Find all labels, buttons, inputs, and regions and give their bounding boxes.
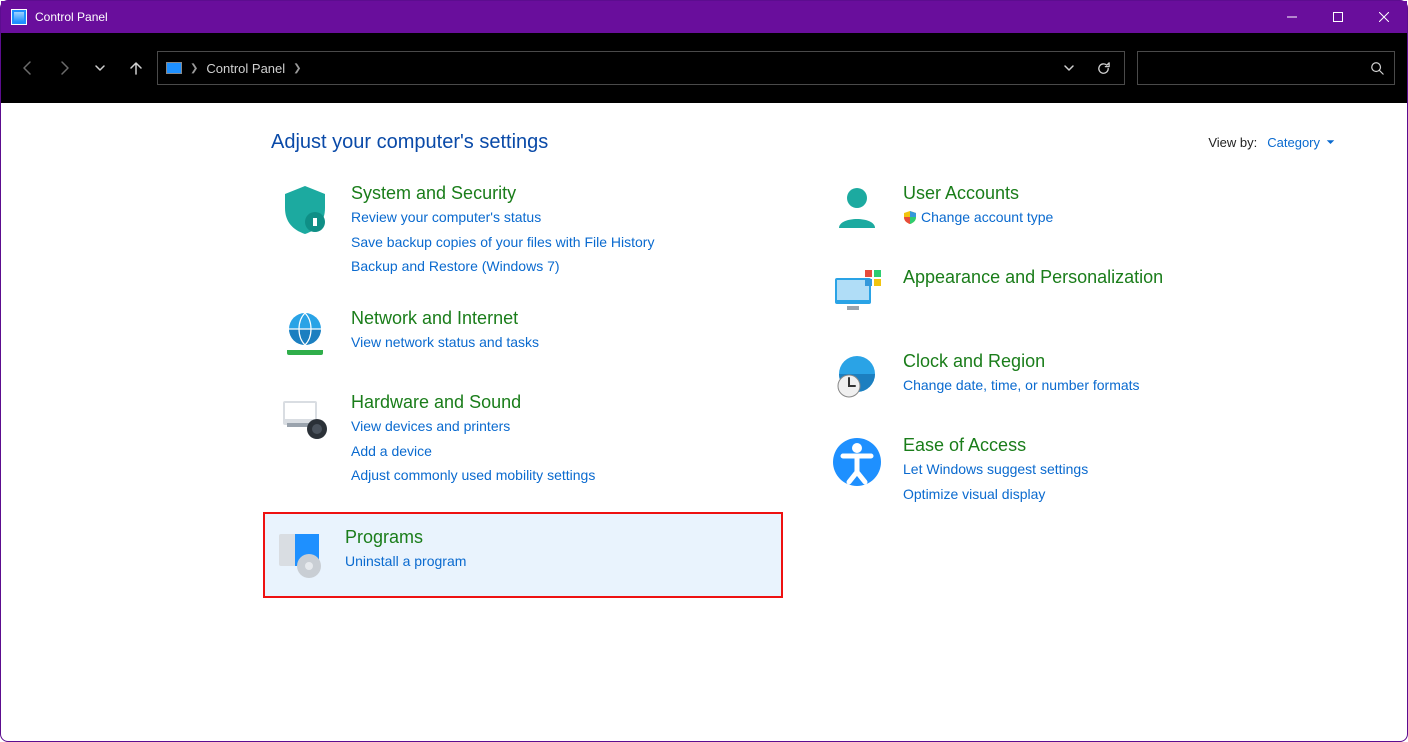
category-title[interactable]: Ease of Access xyxy=(903,434,1329,457)
category-system-security: System and SecurityReview your computer'… xyxy=(271,178,783,283)
category-body: System and SecurityReview your computer'… xyxy=(351,182,777,279)
ease-of-access-icon[interactable] xyxy=(829,434,885,490)
uac-shield-icon xyxy=(903,210,917,224)
category-programs: ProgramsUninstall a program xyxy=(263,512,783,598)
category-title[interactable]: System and Security xyxy=(351,182,777,205)
search-icon[interactable] xyxy=(1370,61,1384,75)
view-by: View by: Category xyxy=(1208,135,1335,150)
category-title[interactable]: Programs xyxy=(345,526,775,549)
category-link[interactable]: Uninstall a program xyxy=(345,549,775,574)
network-internet-icon[interactable] xyxy=(277,307,333,363)
category-link[interactable]: Optimize visual display xyxy=(903,482,1329,507)
category-link[interactable]: Review your computer's status xyxy=(351,205,777,230)
category-user-accounts: User AccountsChange account type xyxy=(823,178,1335,242)
address-bar[interactable]: ❯ Control Panel ❯ xyxy=(157,51,1125,85)
address-icon xyxy=(166,62,182,74)
category-link[interactable]: View devices and printers xyxy=(351,414,777,439)
category-link[interactable]: Backup and Restore (Windows 7) xyxy=(351,254,777,279)
programs-icon[interactable] xyxy=(271,526,327,582)
category-title[interactable]: Hardware and Sound xyxy=(351,391,777,414)
category-body: Hardware and SoundView devices and print… xyxy=(351,391,777,488)
close-button[interactable] xyxy=(1361,1,1407,33)
category-title[interactable]: Network and Internet xyxy=(351,307,777,330)
category-body: Network and InternetView network status … xyxy=(351,307,777,363)
category-ease-of-access: Ease of AccessLet Windows suggest settin… xyxy=(823,430,1335,510)
chevron-right-icon[interactable]: ❯ xyxy=(293,63,301,74)
search-box[interactable] xyxy=(1137,51,1395,85)
category-link[interactable]: Adjust commonly used mobility settings xyxy=(351,463,777,488)
category-link[interactable]: Add a device xyxy=(351,439,777,464)
category-network-internet: Network and InternetView network status … xyxy=(271,303,783,367)
control-panel-icon xyxy=(11,9,27,25)
back-button[interactable] xyxy=(13,53,43,83)
address-dropdown-button[interactable] xyxy=(1056,52,1082,84)
breadcrumb-root[interactable]: Control Panel xyxy=(206,61,285,76)
category-body: User AccountsChange account type xyxy=(903,182,1329,238)
window-title: Control Panel xyxy=(35,10,108,24)
category-link[interactable]: Save backup copies of your files with Fi… xyxy=(351,230,777,255)
category-link[interactable]: Change account type xyxy=(903,205,1329,230)
forward-button[interactable] xyxy=(49,53,79,83)
page-heading: Adjust your computer's settings xyxy=(271,131,1208,154)
view-by-dropdown[interactable]: Category xyxy=(1267,135,1335,150)
system-security-icon[interactable] xyxy=(277,182,333,238)
appearance-icon[interactable] xyxy=(829,266,885,322)
hardware-sound-icon[interactable] xyxy=(277,391,333,447)
maximize-button[interactable] xyxy=(1315,1,1361,33)
content-area: Adjust your computer's settings View by:… xyxy=(1,103,1407,618)
up-button[interactable] xyxy=(121,53,151,83)
titlebar: Control Panel xyxy=(1,1,1407,33)
category-link[interactable]: View network status and tasks xyxy=(351,330,777,355)
category-body: Appearance and Personalization xyxy=(903,266,1329,322)
history-dropdown-button[interactable] xyxy=(85,53,115,83)
minimize-button[interactable] xyxy=(1269,1,1315,33)
user-accounts-icon[interactable] xyxy=(829,182,885,238)
view-by-label: View by: xyxy=(1208,135,1257,150)
search-input[interactable] xyxy=(1148,61,1370,76)
category-appearance: Appearance and Personalization xyxy=(823,262,1335,326)
category-title[interactable]: User Accounts xyxy=(903,182,1329,205)
category-link[interactable]: Let Windows suggest settings xyxy=(903,457,1329,482)
clock-region-icon[interactable] xyxy=(829,350,885,406)
view-by-value: Category xyxy=(1267,135,1320,150)
category-title[interactable]: Appearance and Personalization xyxy=(903,266,1329,289)
category-body: ProgramsUninstall a program xyxy=(345,526,775,582)
category-clock-region: Clock and RegionChange date, time, or nu… xyxy=(823,346,1335,410)
category-body: Ease of AccessLet Windows suggest settin… xyxy=(903,434,1329,506)
chevron-right-icon[interactable]: ❯ xyxy=(190,63,198,74)
category-link[interactable]: Change date, time, or number formats xyxy=(903,373,1329,398)
category-title[interactable]: Clock and Region xyxy=(903,350,1329,373)
navbar: ❯ Control Panel ❯ xyxy=(1,33,1407,103)
refresh-button[interactable] xyxy=(1090,52,1116,84)
category-hardware-sound: Hardware and SoundView devices and print… xyxy=(271,387,783,492)
category-body: Clock and RegionChange date, time, or nu… xyxy=(903,350,1329,406)
